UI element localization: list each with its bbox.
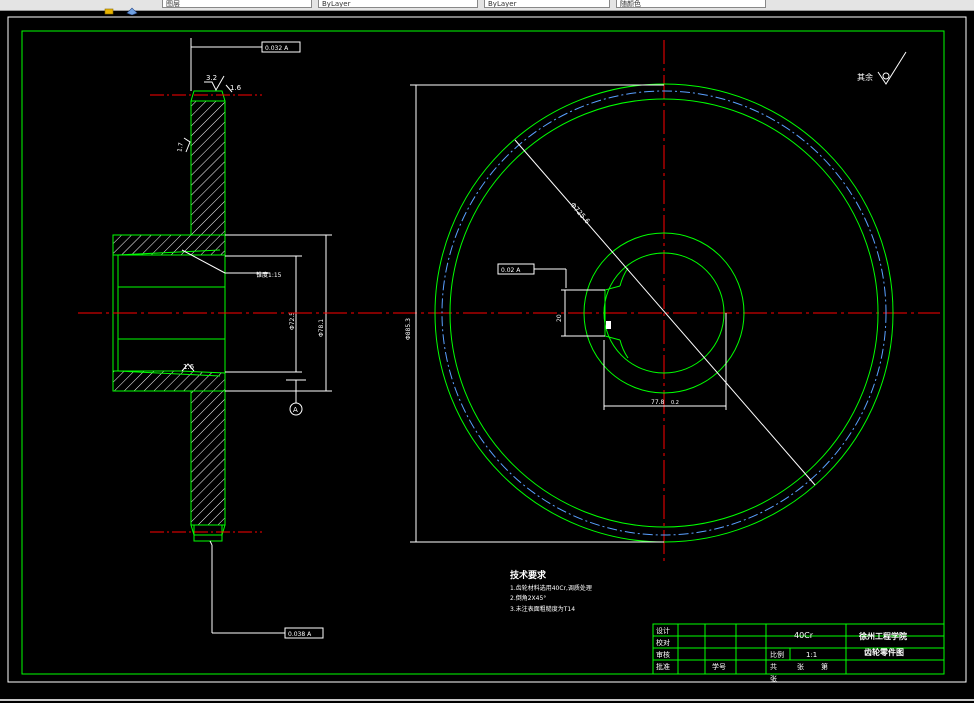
title-block: 设计 校对 审核 批准 学号 40Cr 比例 1:1 共 张 第 张 徐州工程学…	[652, 623, 945, 683]
taper-note: 锥度1:15	[256, 271, 282, 279]
svg-text:学号: 学号	[712, 662, 726, 671]
svg-text:张: 张	[797, 662, 804, 671]
folder-icon[interactable]	[104, 0, 114, 15]
color-dropdown[interactable]: ByLayer	[318, 0, 478, 8]
keyway-width: 20	[556, 314, 563, 322]
chamfer-top-left: 3.2	[206, 74, 217, 82]
svg-text:校对: 校对	[656, 638, 670, 647]
scale-value: 1:1	[806, 651, 817, 659]
technical-requirements: 技术要求 1.齿轮材料选用40Cr,调质处理 2.倒角2X45° 3.未注表面粗…	[510, 569, 592, 613]
drawing-name: 齿轮零件图	[864, 647, 904, 657]
top-tolerance: 0.032 A	[265, 45, 289, 52]
roughness-note: 其余	[857, 72, 873, 82]
svg-text:设计: 设计	[656, 626, 670, 635]
dim-inner: Φ72.5	[289, 312, 296, 330]
inner-frame	[21, 30, 945, 675]
section-view: 0.032 A 3.2 1.6 1.7 锥度1:15 1.6 Φ72.5 Φ78…	[112, 38, 332, 639]
cad-drawing: 0.032 A 3.2 1.6 1.7 锥度1:15 1.6 Φ72.5 Φ78…	[7, 16, 967, 683]
roughness-icon	[877, 51, 907, 85]
dim-outer: Φ78.1	[318, 319, 325, 337]
material: 40Cr	[794, 631, 814, 640]
linetype-dropdown[interactable]: ByLayer	[484, 0, 610, 8]
diameter-dimension	[514, 139, 816, 486]
svg-text:0.2: 0.2	[671, 400, 679, 406]
tech-item-1: 1.齿轮材料选用40Cr,调质处理	[510, 584, 592, 592]
svg-text:A: A	[293, 406, 298, 414]
pitch-diameter-label: Φ725.6	[568, 201, 591, 226]
layer-icon[interactable]	[126, 0, 138, 16]
school-name: 徐州工程学院	[858, 631, 907, 641]
side-roughness: 1.7	[176, 142, 185, 153]
svg-text:比例: 比例	[770, 650, 784, 659]
bore-tolerance: 0.02 A	[501, 267, 521, 274]
drawing-canvas[interactable]: 0.032 A 3.2 1.6 1.7 锥度1:15 1.6 Φ72.5 Φ78…	[0, 10, 974, 699]
chamfer-top-right: 1.6	[230, 84, 242, 92]
web-upper-section	[190, 100, 226, 236]
svg-text:共: 共	[770, 662, 777, 671]
tech-item-3: 3.未注表面粗糙度为T14	[510, 605, 575, 613]
tip-diameter-label: Φ885.3	[405, 318, 412, 340]
web-lower-section	[190, 390, 226, 526]
svg-text:审核: 审核	[656, 650, 670, 659]
bottom-tolerance: 0.038 A	[288, 631, 312, 638]
svg-text:第: 第	[821, 662, 828, 671]
layer-dropdown[interactable]: 图层	[162, 0, 312, 8]
svg-text:批准: 批准	[656, 662, 670, 671]
tech-title: 技术要求	[510, 569, 547, 581]
svg-text:张: 张	[770, 674, 777, 683]
outer-frame	[7, 16, 967, 683]
tech-item-2: 2.倒角2X45°	[510, 594, 546, 602]
keyway-depth: 77.8	[651, 399, 665, 406]
lineweight-dropdown[interactable]: 随颜色	[616, 0, 766, 8]
